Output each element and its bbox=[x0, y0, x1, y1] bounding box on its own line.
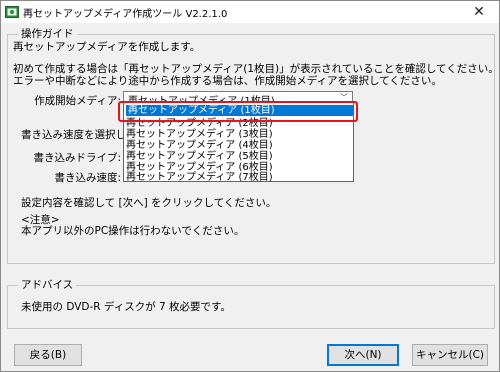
confirm-text: 設定内容を確認して [次へ] をクリックしてください。 bbox=[21, 197, 277, 209]
advice-text: 未使用の DVD-R ディスクが 7 枚必要です。 bbox=[21, 301, 231, 313]
next-button[interactable]: 次へ(N) bbox=[327, 344, 399, 366]
close-icon[interactable]: ✕ bbox=[459, 1, 499, 23]
intro-text: 再セットアップメディアを作成します。 bbox=[13, 41, 201, 53]
note-body: 本アプリ以外のPC操作は行わないでください。 bbox=[21, 225, 245, 237]
guide-line-2: エラーや中断などにより途中から作成する場合は、作成開始メディアを選択してください… bbox=[13, 75, 442, 87]
window-title: 再セットアップメディア作成ツール V2.2.1.0 bbox=[23, 9, 228, 20]
dropdown-option[interactable]: 再セットアップメディア (7枚目) bbox=[126, 172, 273, 183]
app-window: 再セットアップメディア作成ツール V2.2.1.0 ✕ 操作ガイド 再セットアッ… bbox=[0, 0, 500, 372]
drive-label: 書き込みドライブ: bbox=[33, 152, 121, 164]
dropdown-option[interactable]: 再セットアップメディア (3枚目) bbox=[126, 129, 273, 140]
app-icon bbox=[5, 6, 19, 18]
cancel-button[interactable]: キャンセル(C) bbox=[412, 344, 488, 366]
highlight-callout bbox=[118, 101, 358, 122]
dropdown-option[interactable]: 再セットアップメディア (5枚目) bbox=[126, 151, 273, 162]
advice-group-title: アドバイス bbox=[18, 277, 77, 292]
title-bar: 再セットアップメディア作成ツール V2.2.1.0 ✕ bbox=[1, 1, 499, 23]
back-button[interactable]: 戻る(B) bbox=[14, 344, 82, 366]
start-media-label: 作成開始メディア: bbox=[34, 95, 121, 107]
speed-prompt-text: 書き込み速度を選択して bbox=[21, 129, 137, 141]
speed-label: 書き込み速度: bbox=[54, 172, 121, 184]
dropdown-option[interactable]: 再セットアップメディア (4枚目) bbox=[126, 140, 273, 151]
